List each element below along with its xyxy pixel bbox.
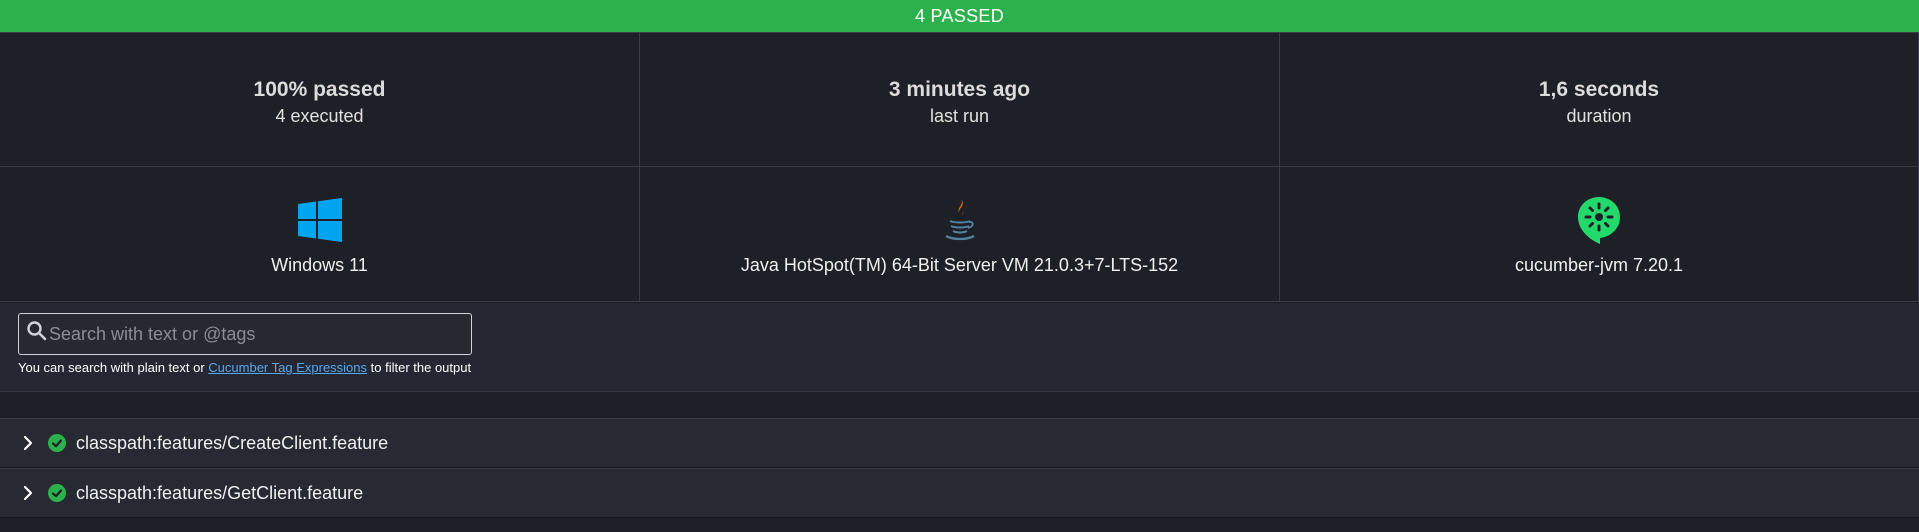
env-os: Windows 11 [0, 166, 640, 302]
tag-expressions-link[interactable]: Cucumber Tag Expressions [208, 360, 367, 375]
chevron-right-icon[interactable] [20, 485, 36, 501]
env-implementation-label: cucumber-jvm 7.20.1 [1514, 255, 1684, 275]
stat-passed-sub: 4 executed [275, 105, 364, 126]
java-icon [943, 197, 977, 243]
cucumber-icon [1576, 197, 1622, 244]
summary-grid: 100% passed 4 executed 3 minutes ago las… [0, 32, 1919, 302]
search-input[interactable] [49, 323, 471, 345]
feature-row[interactable]: classpath:features/GetClient.feature [0, 468, 1919, 518]
passed-check-icon [48, 434, 66, 452]
windows-icon [297, 197, 342, 243]
feature-name: classpath:features/GetClient.feature [76, 482, 364, 503]
search-icon [27, 321, 47, 341]
stat-duration-sub: duration [1566, 105, 1632, 126]
env-runtime: Java HotSpot(TM) 64-Bit Server VM 21.0.3… [639, 166, 1280, 302]
stat-passed: 100% passed 4 executed [0, 32, 640, 167]
stat-last-run-sub: last run [929, 105, 990, 126]
search-hint-prefix: You can search with plain text or [18, 360, 209, 375]
status-banner: 4 PASSED [0, 0, 1919, 33]
env-runtime-label: Java HotSpot(TM) 64-Bit Server VM 21.0.3… [740, 255, 1179, 275]
stat-passed-value: 100% passed [253, 77, 386, 101]
status-banner-text: 4 PASSED [914, 6, 1005, 26]
env-os-label: Windows 11 [271, 255, 368, 275]
feature-name: classpath:features/CreateClient.feature [76, 432, 389, 453]
search-box[interactable] [18, 313, 472, 355]
feature-row[interactable]: classpath:features/CreateClient.feature [0, 418, 1919, 468]
search-area: You can search with plain text or Cucumb… [0, 303, 1919, 392]
passed-check-icon [48, 484, 66, 502]
env-implementation: cucumber-jvm 7.20.1 [1279, 166, 1919, 302]
stat-last-run-value: 3 minutes ago [888, 77, 1031, 101]
stat-last-run: 3 minutes ago last run [639, 32, 1280, 167]
stat-duration: 1,6 seconds duration [1279, 32, 1919, 167]
search-hint: You can search with plain text or Cucumb… [18, 360, 471, 375]
chevron-right-icon[interactable] [20, 435, 36, 451]
stat-duration-value: 1,6 seconds [1538, 77, 1660, 101]
search-hint-suffix: to filter the output [367, 360, 472, 375]
feature-list: classpath:features/CreateClient.feature … [0, 418, 1919, 518]
section-gap [0, 392, 1919, 418]
